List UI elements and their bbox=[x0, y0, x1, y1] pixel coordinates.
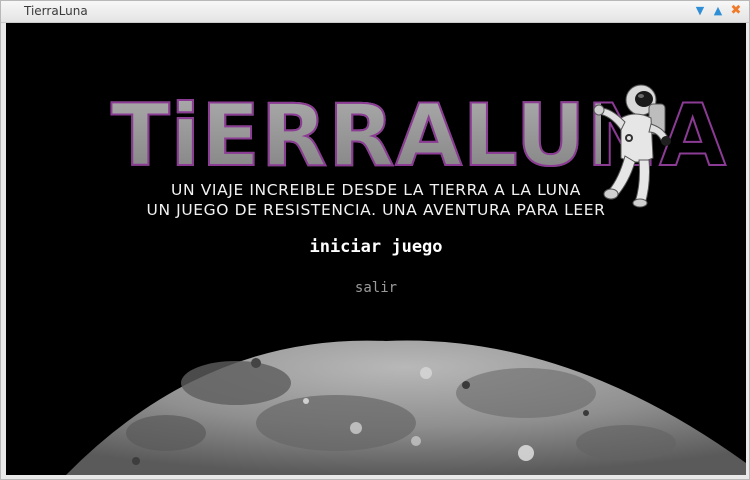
game-canvas: TiERRALUNA UN VIAJE INCREIBLE DESDE LA T… bbox=[6, 23, 746, 475]
quit-button[interactable]: salir bbox=[6, 280, 746, 296]
minimize-button[interactable]: ▼ bbox=[693, 4, 707, 18]
app-window: TierraLuna ▼ ▲ ✖ TiERRALUNA UN VIAJE INC… bbox=[0, 0, 750, 480]
title-bar[interactable]: TierraLuna ▼ ▲ ✖ bbox=[1, 1, 749, 23]
close-button[interactable]: ✖ bbox=[729, 4, 743, 18]
game-logo: TiERRALUNA bbox=[110, 81, 727, 191]
subtitle-line-1: UN VIAJE INCREIBLE DESDE LA TIERRA A LA … bbox=[171, 181, 581, 199]
window-title: TierraLuna bbox=[24, 4, 88, 18]
maximize-button[interactable]: ▲ bbox=[711, 4, 725, 18]
moon-surface-image bbox=[66, 340, 746, 475]
start-game-button[interactable]: iniciar juego bbox=[6, 237, 746, 257]
subtitle-line-2: UN JUEGO DE RESISTENCIA. UNA AVENTURA PA… bbox=[146, 201, 606, 219]
